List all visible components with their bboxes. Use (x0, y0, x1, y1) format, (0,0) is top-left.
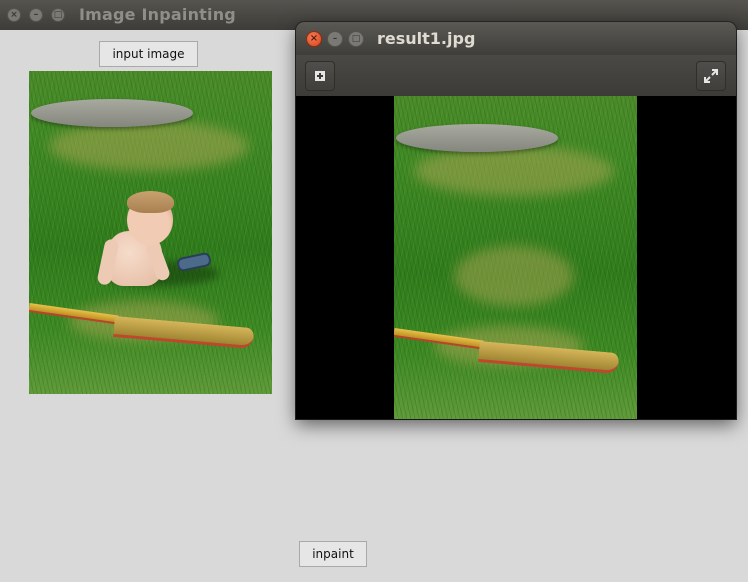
result-window-titlebar[interactable]: × – □ result1.jpg (296, 22, 736, 55)
stone (396, 124, 558, 152)
main-window-title: Image Inpainting (79, 5, 236, 24)
inpaint-button[interactable]: inpaint (299, 541, 367, 567)
result-image-canvas (296, 96, 736, 419)
grass-patch (49, 121, 249, 171)
maximize-icon[interactable]: □ (348, 31, 364, 47)
result-window[interactable]: × – □ result1.jpg (296, 22, 736, 419)
close-icon[interactable]: × (7, 8, 21, 22)
minimize-icon[interactable]: – (29, 8, 43, 22)
result-window-title: result1.jpg (377, 29, 476, 48)
stone (31, 99, 193, 127)
minimize-icon[interactable]: – (327, 31, 343, 47)
result-image (394, 96, 637, 419)
fullscreen-icon[interactable] (696, 61, 726, 91)
input-image-button[interactable]: input image (99, 41, 198, 67)
result-toolbar (296, 55, 736, 97)
input-image-preview (29, 71, 272, 394)
grass-patch (414, 146, 614, 196)
close-icon[interactable]: × (306, 31, 322, 47)
add-icon[interactable] (305, 61, 335, 91)
grass-patch (454, 246, 574, 306)
maximize-icon[interactable]: □ (51, 8, 65, 22)
child-figure (96, 181, 219, 291)
